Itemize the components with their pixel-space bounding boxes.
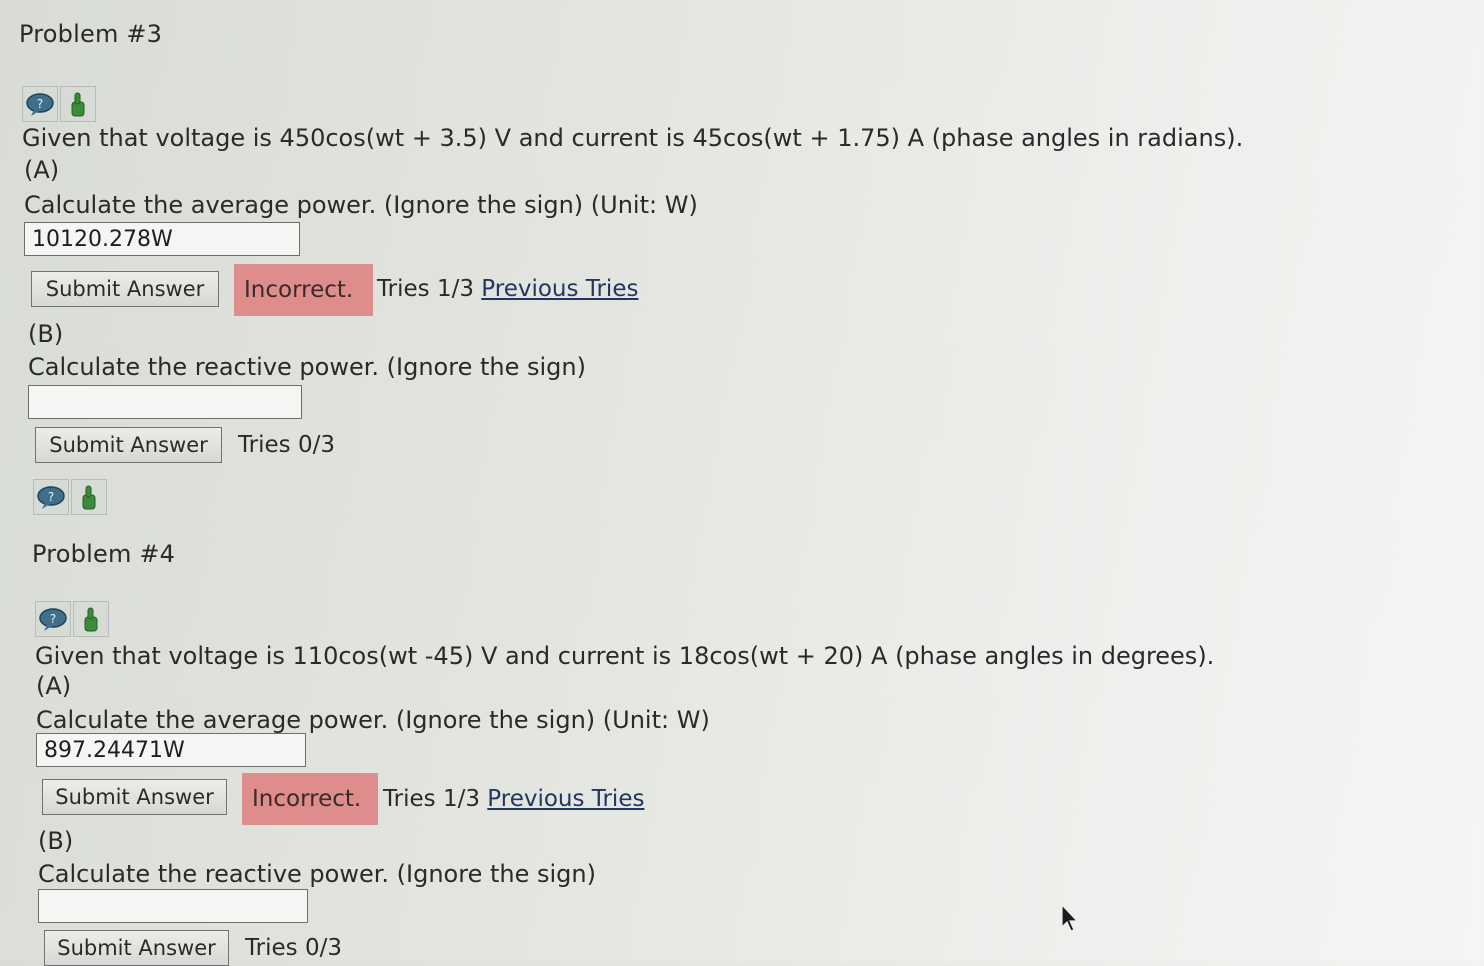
problem-4-part-a-question: Calculate the average power. (Ignore the… [36,706,710,734]
tries-count: Tries 1/3 [383,786,480,812]
problem-4-part-b-question: Calculate the reactive power. (Ignore th… [38,860,596,888]
svg-text:?: ? [37,97,43,111]
tries-count: Tries 1/3 [377,276,474,302]
svg-text:?: ? [48,490,54,504]
problem-3-tool-icons: ? [22,86,96,122]
problem-4-part-a-answer-input[interactable] [36,733,306,767]
problem-3-footer-icons: ? [33,479,107,515]
problem-4-part-a-status-badge: Incorrect. [242,773,378,825]
problem-4-part-b-tries: Tries 0/3 [245,935,342,961]
problem-3-part-a-letter: (A) [24,156,60,184]
problem-3-part-b-question: Calculate the reactive power. (Ignore th… [28,353,586,381]
problem-4-part-a-tries: Tries 1/3 Previous Tries [383,786,644,812]
problem-3-part-b-answer-input[interactable] [28,385,302,419]
problem-4-title: Problem #4 [32,540,176,568]
problem-3-part-b-letter: (B) [28,320,64,348]
discussion-bubble-icon[interactable]: ? [22,86,58,122]
problem-3-part-a-question: Calculate the average power. (Ignore the… [24,191,698,219]
problem-4-part-b-letter: (B) [38,827,74,855]
problem-4-tool-icons: ? [35,601,109,637]
thumbs-up-icon[interactable] [71,479,107,515]
previous-tries-link[interactable]: Previous Tries [487,786,644,812]
previous-tries-link[interactable]: Previous Tries [481,276,638,302]
discussion-bubble-icon[interactable]: ? [35,601,71,637]
problem-3-part-a-tries: Tries 1/3 Previous Tries [377,276,638,302]
problem-3-part-a-answer-input[interactable] [24,222,300,256]
problem-3-part-a-submit-button[interactable]: Submit Answer [31,271,219,307]
problem-3-statement: Given that voltage is 450cos(wt + 3.5) V… [22,124,1244,152]
svg-text:?: ? [50,612,56,626]
discussion-bubble-icon[interactable]: ? [33,479,69,515]
problem-3-part-b-submit-button[interactable]: Submit Answer [35,427,222,463]
problem-set-page: Problem #3 ? Given that voltage is 450co… [0,0,1484,966]
problem-3-title: Problem #3 [19,20,163,48]
problem-3-part-a-status-badge: Incorrect. [234,264,373,316]
thumbs-up-icon[interactable] [73,601,109,637]
problem-4-statement: Given that voltage is 110cos(wt -45) V a… [35,642,1215,670]
problem-3-part-b-tries: Tries 0/3 [238,432,335,458]
problem-4-part-a-submit-button[interactable]: Submit Answer [42,779,227,815]
thumbs-up-icon[interactable] [60,86,96,122]
problem-4-part-a-letter: (A) [36,672,72,700]
mouse-pointer-icon [1061,903,1079,932]
problem-4-part-b-answer-input[interactable] [38,889,308,923]
